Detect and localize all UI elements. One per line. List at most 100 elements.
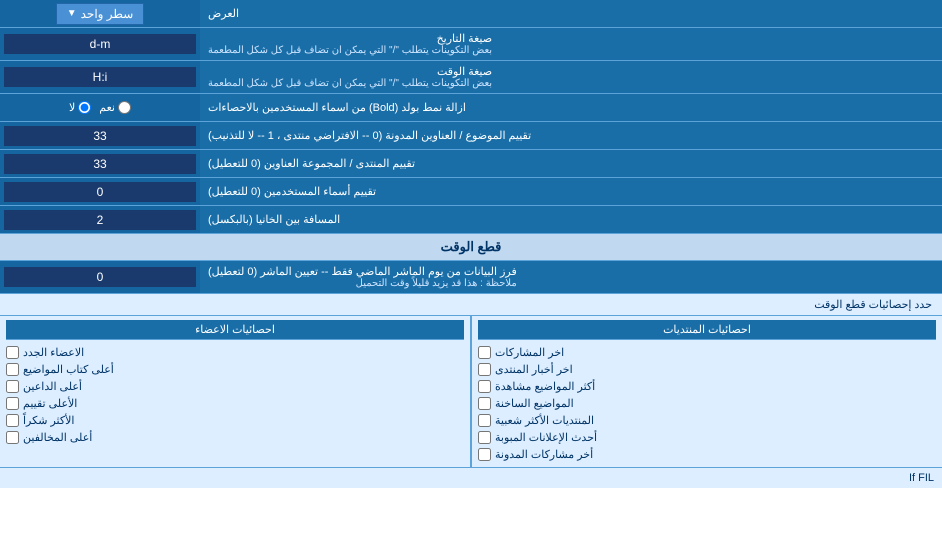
bottom-text-row: If FIL bbox=[0, 467, 942, 488]
checkbox-8[interactable] bbox=[6, 346, 19, 359]
checkbox-1[interactable] bbox=[478, 346, 491, 359]
checkbox-item-3: أكثر المواضيع مشاهدة bbox=[478, 378, 936, 395]
checkbox-item-8: الاعضاء الجدد bbox=[6, 344, 464, 361]
topic-subject-input-container bbox=[0, 122, 200, 149]
checkbox-6[interactable] bbox=[478, 431, 491, 444]
time-format-input[interactable] bbox=[4, 67, 196, 87]
date-format-title: صيغة التاريخ bbox=[208, 32, 492, 45]
radio-no-label[interactable]: لا bbox=[69, 101, 91, 114]
usernames-input[interactable] bbox=[4, 182, 196, 202]
checkboxes-section: احصائيات المنتديات اخر المشاركات اخر أخب… bbox=[0, 316, 942, 467]
radio-yes[interactable] bbox=[118, 101, 131, 114]
checkbox-13-label: أعلى المخالفين bbox=[23, 431, 92, 444]
checkbox-1-label: اخر المشاركات bbox=[495, 346, 564, 359]
bottom-text: If FIL bbox=[909, 472, 934, 484]
remove-bold-row: ازالة نمط بولد (Bold) من اسماء المستخدمي… bbox=[0, 94, 942, 122]
cutoff-section-header: قطع الوقت bbox=[0, 234, 942, 261]
topic-subject-row: تقييم الموضوع / العناوين المدونة (0 -- ا… bbox=[0, 122, 942, 150]
remove-bold-label: ازالة نمط بولد (Bold) من اسماء المستخدمي… bbox=[200, 94, 942, 121]
dropdown-button[interactable]: سطر واحد ▼ bbox=[56, 3, 145, 25]
checkbox-item-11: الأعلى تقييم bbox=[6, 395, 464, 412]
cutoff-title: فرز البيانات من يوم الماشر الماضي فقط --… bbox=[208, 265, 517, 278]
header-row: العرض سطر واحد ▼ bbox=[0, 0, 942, 28]
page-container: العرض سطر واحد ▼ صيغة التاريخ بعض التكوي… bbox=[0, 0, 942, 488]
radio-no[interactable] bbox=[78, 101, 91, 114]
checkbox-item-6: أحدث الإعلانات المبوبة bbox=[478, 429, 936, 446]
checkbox-6-label: أحدث الإعلانات المبوبة bbox=[495, 431, 597, 444]
time-format-row: صيغة الوقت بعض التكوينات يتطلب "/" التي … bbox=[0, 61, 942, 94]
header-label: العرض bbox=[200, 0, 942, 27]
forum-topic-input-container bbox=[0, 150, 200, 177]
forum-stats-header: احصائيات المنتديات bbox=[478, 320, 936, 340]
col-divider bbox=[470, 316, 472, 467]
checkbox-item-9: أعلى كتاب المواضيع bbox=[6, 361, 464, 378]
forum-topic-label: تقييم المنتدى / المجموعة العناوين (0 للت… bbox=[200, 150, 942, 177]
checkbox-8-label: الاعضاء الجدد bbox=[23, 346, 84, 359]
time-format-input-container bbox=[0, 61, 200, 93]
forum-stats-col: احصائيات المنتديات اخر المشاركات اخر أخب… bbox=[472, 316, 942, 467]
checkbox-item-2: اخر أخبار المنتدى bbox=[478, 361, 936, 378]
checkbox-2-label: اخر أخبار المنتدى bbox=[495, 363, 573, 376]
usernames-input-container bbox=[0, 178, 200, 205]
distance-row: المسافة بين الخانيا (بالبكسل) bbox=[0, 206, 942, 234]
date-format-label: صيغة التاريخ بعض التكوينات يتطلب "/" الت… bbox=[200, 28, 942, 60]
header-dropdown-container: سطر واحد ▼ bbox=[0, 0, 200, 27]
forum-topic-row: تقييم المنتدى / المجموعة العناوين (0 للت… bbox=[0, 150, 942, 178]
cutoff-row: فرز البيانات من يوم الماشر الماضي فقط --… bbox=[0, 261, 942, 294]
topic-subject-label: تقييم الموضوع / العناوين المدونة (0 -- ا… bbox=[200, 122, 942, 149]
member-stats-header: احصائيات الاعضاء bbox=[6, 320, 464, 340]
limit-row: حدد إحصائيات قطع الوقت bbox=[0, 294, 942, 316]
checkbox-4[interactable] bbox=[478, 397, 491, 410]
date-format-input-container bbox=[0, 28, 200, 60]
distance-label: المسافة بين الخانيا (بالبكسل) bbox=[200, 206, 942, 233]
checkbox-12-label: الأكثر شكراً bbox=[23, 414, 74, 427]
member-stats-col: احصائيات الاعضاء الاعضاء الجدد أعلى كتاب… bbox=[0, 316, 470, 467]
limit-text: حدد إحصائيات قطع الوقت bbox=[814, 299, 932, 311]
checkbox-7-label: أخر مشاركات المدونة bbox=[495, 448, 593, 461]
cutoff-sublabel: ملاحظة : هذا قد يزيد قليلاً وقت التحميل bbox=[208, 278, 517, 289]
forum-topic-input[interactable] bbox=[4, 154, 196, 174]
remove-bold-radio-container: نعم لا bbox=[0, 94, 200, 121]
checkbox-5[interactable] bbox=[478, 414, 491, 427]
usernames-label: تقييم أسماء المستخدمين (0 للتعطيل) bbox=[200, 178, 942, 205]
checkbox-4-label: المواضيع الساخنة bbox=[495, 397, 574, 410]
checkbox-10-label: أعلى الداعين bbox=[23, 380, 82, 393]
usernames-row: تقييم أسماء المستخدمين (0 للتعطيل) bbox=[0, 178, 942, 206]
checkbox-11[interactable] bbox=[6, 397, 19, 410]
checkbox-11-label: الأعلى تقييم bbox=[23, 397, 77, 410]
distance-input-container bbox=[0, 206, 200, 233]
time-format-label: صيغة الوقت بعض التكوينات يتطلب "/" التي … bbox=[200, 61, 942, 93]
checkbox-9-label: أعلى كتاب المواضيع bbox=[23, 363, 114, 376]
checkbox-9[interactable] bbox=[6, 363, 19, 376]
checkbox-item-10: أعلى الداعين bbox=[6, 378, 464, 395]
checkbox-item-4: المواضيع الساخنة bbox=[478, 395, 936, 412]
time-format-sublabel: بعض التكوينات يتطلب "/" التي يمكن ان تضا… bbox=[208, 78, 492, 89]
checkbox-5-label: المنتديات الأكثر شعبية bbox=[495, 414, 594, 427]
chevron-down-icon: ▼ bbox=[67, 8, 77, 19]
checkbox-3-label: أكثر المواضيع مشاهدة bbox=[495, 380, 595, 393]
checkbox-item-1: اخر المشاركات bbox=[478, 344, 936, 361]
checkbox-10[interactable] bbox=[6, 380, 19, 393]
cutoff-label: فرز البيانات من يوم الماشر الماضي فقط --… bbox=[200, 261, 942, 293]
checkbox-3[interactable] bbox=[478, 380, 491, 393]
checkbox-2[interactable] bbox=[478, 363, 491, 376]
dropdown-label: سطر واحد bbox=[81, 7, 134, 21]
radio-no-text: لا bbox=[69, 101, 75, 114]
checkbox-13[interactable] bbox=[6, 431, 19, 444]
distance-input[interactable] bbox=[4, 210, 196, 230]
topic-subject-input[interactable] bbox=[4, 126, 196, 146]
remove-bold-radio-group: نعم لا bbox=[4, 101, 196, 114]
time-format-title: صيغة الوقت bbox=[208, 65, 492, 78]
checkbox-item-12: الأكثر شكراً bbox=[6, 412, 464, 429]
checkbox-12[interactable] bbox=[6, 414, 19, 427]
date-format-input[interactable] bbox=[4, 34, 196, 54]
checkbox-item-13: أعلى المخالفين bbox=[6, 429, 464, 446]
radio-yes-label[interactable]: نعم bbox=[99, 101, 131, 114]
date-format-sublabel: بعض التكوينات يتطلب "/" التي يمكن ان تضا… bbox=[208, 45, 492, 56]
checkbox-item-7: أخر مشاركات المدونة bbox=[478, 446, 936, 463]
date-format-row: صيغة التاريخ بعض التكوينات يتطلب "/" الت… bbox=[0, 28, 942, 61]
checkbox-item-5: المنتديات الأكثر شعبية bbox=[478, 412, 936, 429]
cutoff-input[interactable] bbox=[4, 267, 196, 287]
cutoff-input-container bbox=[0, 261, 200, 293]
checkbox-7[interactable] bbox=[478, 448, 491, 461]
